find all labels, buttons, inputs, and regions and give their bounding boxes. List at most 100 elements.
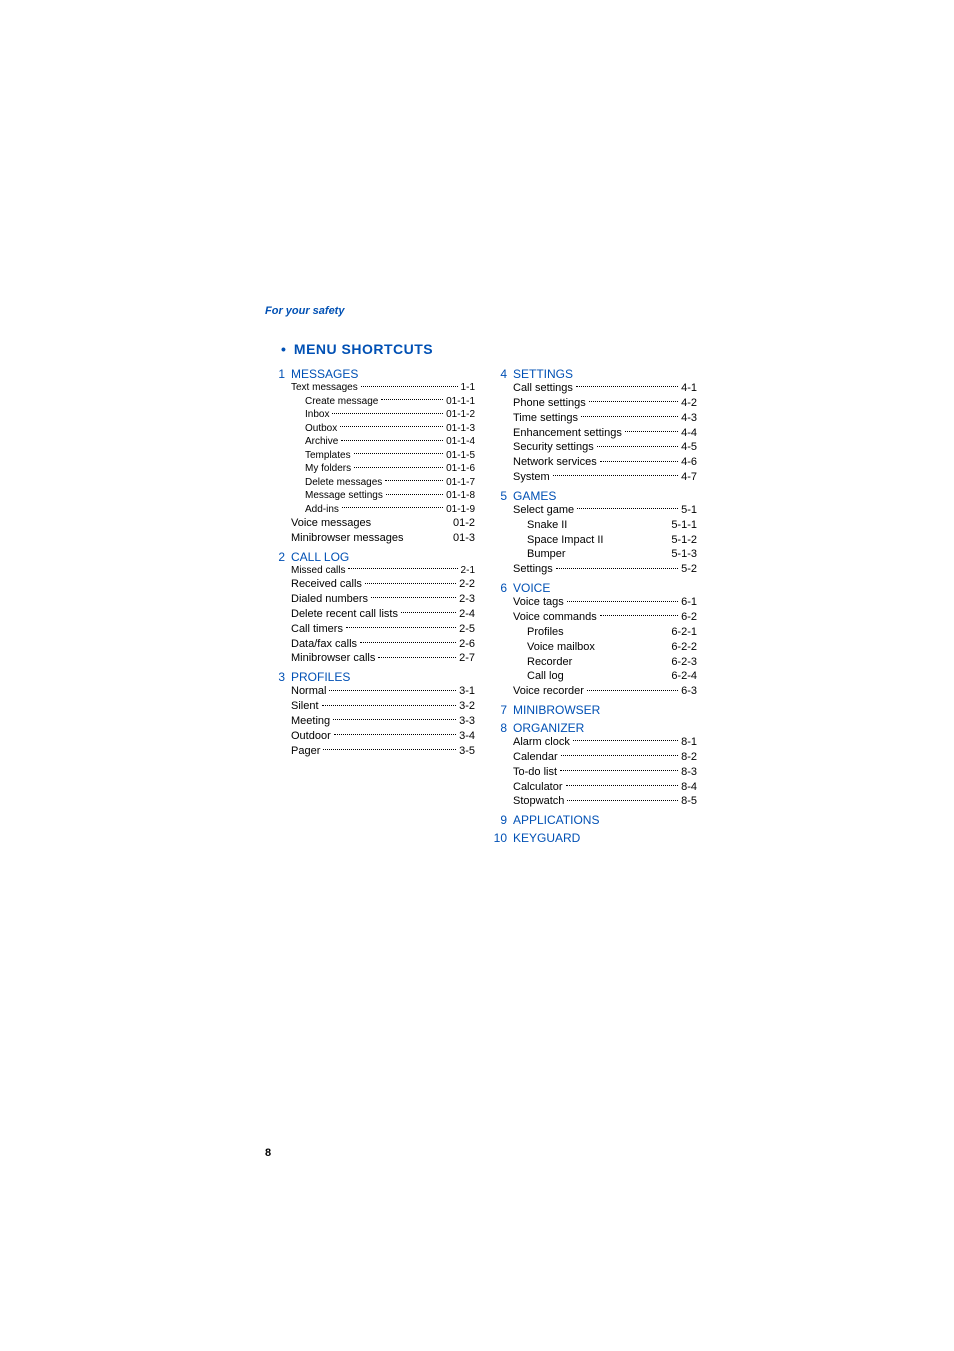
toc-entry[interactable]: Time settings4-3 bbox=[513, 411, 697, 426]
toc-label: Silent bbox=[291, 699, 319, 714]
toc-entry[interactable]: Call timers2-5 bbox=[291, 622, 475, 637]
toc-entry[interactable]: Voice recorder6-3 bbox=[513, 684, 697, 699]
toc-entry[interactable]: Add-ins01-1-9 bbox=[305, 503, 475, 517]
toc-entry[interactable]: Settings5-2 bbox=[513, 562, 697, 577]
toc-entry[interactable]: Alarm clock8-1 bbox=[513, 735, 697, 750]
toc-entry[interactable]: Call log6-2-4 bbox=[527, 669, 697, 684]
section-title: VOICE bbox=[513, 581, 550, 595]
toc-entry[interactable]: Normal3-1 bbox=[291, 684, 475, 699]
toc-ref: 4-5 bbox=[681, 440, 697, 455]
toc-label: Templates bbox=[305, 449, 351, 463]
toc-ref: 3-5 bbox=[459, 744, 475, 759]
toc-entry[interactable]: Stopwatch8-5 bbox=[513, 794, 697, 809]
toc-entry[interactable]: Outdoor3-4 bbox=[291, 729, 475, 744]
toc-entry[interactable]: Templates 01-1-5 bbox=[305, 449, 475, 463]
toc-entry[interactable]: Archive01-1-4 bbox=[305, 435, 475, 449]
dot-leader bbox=[371, 597, 456, 598]
section-title: PROFILES bbox=[291, 670, 350, 684]
toc-label: Create message bbox=[305, 395, 378, 409]
dot-leader bbox=[342, 507, 443, 508]
toc-entry[interactable]: Outbox01-1-3 bbox=[305, 422, 475, 436]
toc-ref: 3-3 bbox=[459, 714, 475, 729]
toc-ref: 2-7 bbox=[459, 651, 475, 666]
section-heading[interactable]: 5GAMES bbox=[487, 489, 697, 503]
dot-leader bbox=[553, 475, 678, 476]
toc-ref: 5-1-3 bbox=[671, 547, 697, 562]
toc-entry[interactable]: Voice tags6-1 bbox=[513, 595, 697, 610]
toc-entry[interactable]: Snake II5-1-1 bbox=[527, 518, 697, 533]
toc-label: Received calls bbox=[291, 577, 362, 592]
toc-entry[interactable]: Silent3-2 bbox=[291, 699, 475, 714]
toc-ref: 01-1-5 bbox=[446, 449, 475, 463]
toc-entry[interactable]: Meeting3-3 bbox=[291, 714, 475, 729]
toc-entry[interactable]: Message settings01-1-8 bbox=[305, 489, 475, 503]
section-heading[interactable]: 3PROFILES bbox=[265, 670, 475, 684]
toc-entry[interactable]: Select game5-1 bbox=[513, 503, 697, 518]
toc-label: Minibrowser calls bbox=[291, 651, 375, 666]
header-link[interactable]: For your safety bbox=[265, 305, 954, 317]
toc-entry[interactable]: Received calls2-2 bbox=[291, 577, 475, 592]
toc-ref: 5-2 bbox=[681, 562, 697, 577]
toc-entry[interactable]: Text messages1-1 bbox=[291, 381, 475, 395]
toc-label: Minibrowser messages bbox=[291, 531, 403, 546]
toc-entry[interactable]: Delete recent call lists2-4 bbox=[291, 607, 475, 622]
toc-ref: 2-1 bbox=[461, 564, 475, 578]
toc-entry[interactable]: Inbox01-1-2 bbox=[305, 408, 475, 422]
toc-entry[interactable]: System 4-7 bbox=[513, 470, 697, 485]
toc-entry[interactable]: Data/fax calls2-6 bbox=[291, 637, 475, 652]
toc-entry[interactable]: Calendar8-2 bbox=[513, 750, 697, 765]
section-heading[interactable]: 9APPLICATIONS bbox=[487, 813, 697, 827]
section-heading[interactable]: 10KEYGUARD bbox=[487, 831, 697, 845]
section-heading[interactable]: 7MINIBROWSER bbox=[487, 703, 697, 717]
toc-entry[interactable]: Recorder6-2-3 bbox=[527, 655, 697, 670]
dot-leader bbox=[332, 413, 443, 414]
toc-entry[interactable]: Delete messages01-1-7 bbox=[305, 476, 475, 490]
toc-entry[interactable]: Profiles6-2-1 bbox=[527, 625, 697, 640]
left-column: 1MESSAGESText messages1-1Create message0… bbox=[265, 367, 475, 845]
toc-label: Snake II bbox=[527, 518, 567, 533]
page-content: For your safety • MENU SHORTCUTS 1MESSAG… bbox=[0, 0, 954, 845]
toc-entry[interactable]: Call settings4-1 bbox=[513, 381, 697, 396]
toc-ref: 5-1-2 bbox=[671, 533, 697, 548]
toc-entry[interactable]: Missed calls2-1 bbox=[291, 564, 475, 578]
dot-leader bbox=[360, 642, 456, 643]
section-title: CALL LOG bbox=[291, 550, 349, 564]
toc-entry[interactable]: Bumper5-1-3 bbox=[527, 547, 697, 562]
section-heading[interactable]: 2CALL LOG bbox=[265, 550, 475, 564]
toc-entry[interactable]: To-do list8-3 bbox=[513, 765, 697, 780]
section-heading[interactable]: 4SETTINGS bbox=[487, 367, 697, 381]
toc-entry[interactable]: Phone settings4-2 bbox=[513, 396, 697, 411]
toc-label: System bbox=[513, 470, 550, 485]
toc-entry[interactable]: Voice commands6-2 bbox=[513, 610, 697, 625]
toc-entry[interactable]: Security settings4-5 bbox=[513, 440, 697, 455]
toc-label: Data/fax calls bbox=[291, 637, 357, 652]
toc-entry[interactable]: Voice mailbox6-2-2 bbox=[527, 640, 697, 655]
toc-entry[interactable]: Create message01-1-1 bbox=[305, 395, 475, 409]
section-number: 10 bbox=[487, 831, 507, 845]
dot-leader bbox=[361, 386, 458, 387]
dot-leader bbox=[566, 785, 679, 786]
toc-label: Voice recorder bbox=[513, 684, 584, 699]
toc-entry[interactable]: Dialed numbers2-3 bbox=[291, 592, 475, 607]
section-heading[interactable]: 6VOICE bbox=[487, 581, 697, 595]
toc-entry[interactable]: Minibrowser messages01-3 bbox=[291, 531, 475, 546]
toc-entry[interactable]: Minibrowser calls 2-7 bbox=[291, 651, 475, 666]
toc-entry[interactable]: Calculator8-4 bbox=[513, 780, 697, 795]
toc-entry[interactable]: Space Impact II5-1-2 bbox=[527, 533, 697, 548]
toc-ref: 8-1 bbox=[681, 735, 697, 750]
section-heading[interactable]: 8ORGANIZER bbox=[487, 721, 697, 735]
toc-entry[interactable]: Pager3-5 bbox=[291, 744, 475, 759]
toc-entry[interactable]: Network services4-6 bbox=[513, 455, 697, 470]
page-number: 8 bbox=[265, 1147, 271, 1159]
toc-label: Text messages bbox=[291, 381, 358, 395]
toc-label: To-do list bbox=[513, 765, 557, 780]
toc-entry[interactable]: Voice messages01-2 bbox=[291, 516, 475, 531]
toc-label: Network services bbox=[513, 455, 597, 470]
toc-entry[interactable]: Enhancement settings4-4 bbox=[513, 426, 697, 441]
toc-entry[interactable]: My folders01-1-6 bbox=[305, 462, 475, 476]
toc-ref: 4-7 bbox=[681, 470, 697, 485]
section-heading[interactable]: 1MESSAGES bbox=[265, 367, 475, 381]
toc-label: Dialed numbers bbox=[291, 592, 368, 607]
section-title: MINIBROWSER bbox=[513, 703, 600, 717]
toc-label: Normal bbox=[291, 684, 326, 699]
